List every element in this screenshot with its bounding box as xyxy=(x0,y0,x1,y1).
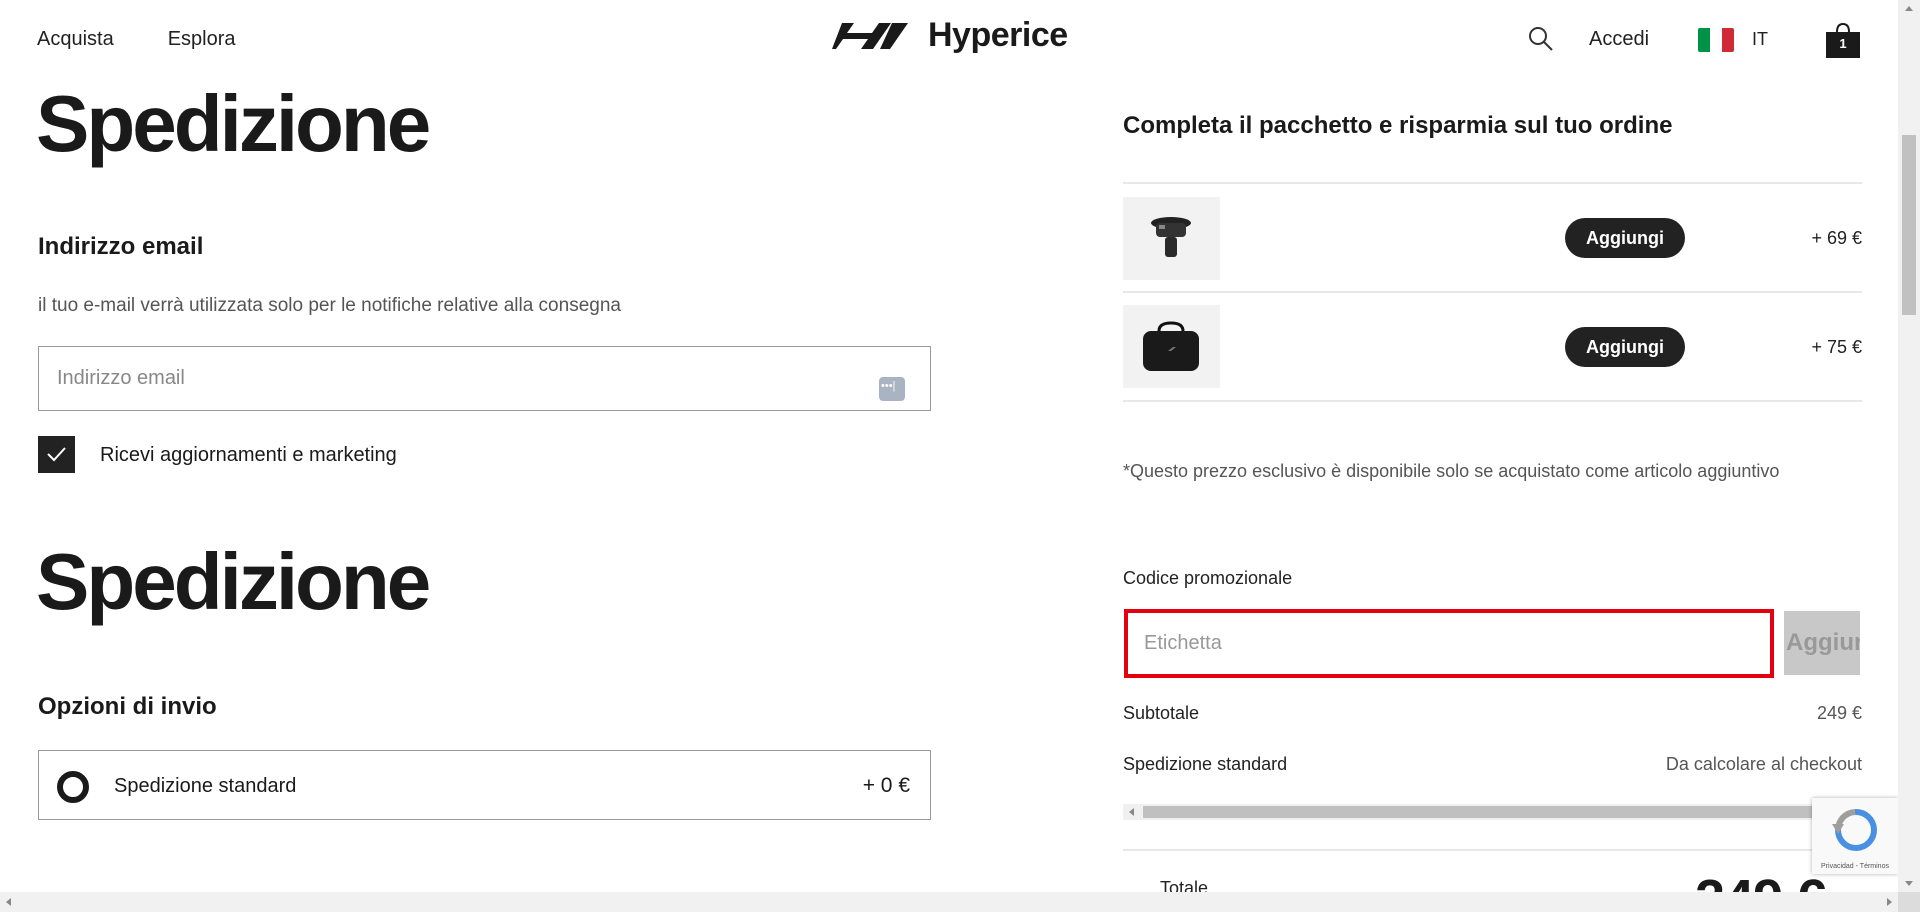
divider xyxy=(1123,849,1862,851)
shipping-option-price: + 0 € xyxy=(862,774,910,797)
divider xyxy=(1123,182,1862,184)
shipping-radio[interactable] xyxy=(57,771,89,803)
email-note: il tuo e-mail verrà utilizzata solo per … xyxy=(38,295,621,316)
add-product-1-button[interactable]: Aggiungi xyxy=(1565,218,1685,258)
product-2-price: + 75 € xyxy=(1811,337,1862,357)
shipping-options-title: Opzioni di invio xyxy=(38,693,217,720)
page-title: Spedizione xyxy=(36,79,431,168)
recaptcha-icon xyxy=(1832,808,1877,851)
add-product-2-button[interactable]: Aggiungi xyxy=(1565,327,1685,367)
cart-button[interactable]: 1 xyxy=(1824,22,1862,58)
italy-flag-icon[interactable] xyxy=(1698,28,1734,52)
scroll-right-arrow-icon[interactable] xyxy=(1887,898,1892,906)
massage-head-icon xyxy=(1151,217,1191,257)
shipping-option-standard[interactable]: Spedizione standard + 0 € xyxy=(38,750,931,820)
promo-placeholder: Etichetta xyxy=(1144,632,1222,654)
email-field[interactable]: Indirizzo email xyxy=(38,346,931,411)
recaptcha-terms[interactable]: Privacidad - Términos xyxy=(1812,863,1898,870)
promo-code-label: Codice promozionale xyxy=(1123,568,1293,588)
nav-esplora[interactable]: Esplora xyxy=(168,28,236,51)
page-horizontal-scrollbar[interactable] xyxy=(0,892,1898,912)
exclusive-price-note: *Questo prezzo esclusivo è disponibile s… xyxy=(1123,461,1780,481)
scroll-left-arrow-icon[interactable] xyxy=(6,898,11,906)
recaptcha-badge[interactable]: Privacidad - Términos xyxy=(1812,798,1898,874)
checkmark-icon xyxy=(47,447,66,462)
scroll-down-arrow-icon[interactable] xyxy=(1905,881,1913,886)
search-icon[interactable] xyxy=(1528,26,1554,52)
email-placeholder: Indirizzo email xyxy=(57,367,185,389)
shipping-option-label: Spedizione standard xyxy=(114,775,297,797)
shipping-heading: Spedizione xyxy=(36,537,431,626)
main-nav: Acquista Esplora xyxy=(37,28,236,51)
language-selector[interactable]: IT xyxy=(1752,29,1768,50)
promo-code-input[interactable]: Etichetta xyxy=(1124,609,1774,678)
login-link[interactable]: Accedi xyxy=(1589,28,1649,51)
apply-promo-button[interactable]: Aggiungi xyxy=(1784,611,1860,675)
page-scrollbar-thumb[interactable] xyxy=(1902,135,1916,315)
logo-text: Hyperice xyxy=(928,16,1068,54)
scrollbar-thumb[interactable] xyxy=(1143,806,1843,818)
brand-logo[interactable]: Hyperice xyxy=(832,16,1068,55)
page-vertical-scrollbar[interactable] xyxy=(1898,0,1920,892)
product-image-massage-head xyxy=(1123,197,1220,280)
shipping-cost-value: Da calcolare al checkout xyxy=(1665,754,1862,774)
product-image-case xyxy=(1123,305,1220,388)
nav-acquista[interactable]: Acquista xyxy=(37,28,114,51)
password-manager-icon[interactable] xyxy=(879,377,905,401)
carry-case-icon xyxy=(1143,321,1199,371)
summary-horizontal-scrollbar[interactable] xyxy=(1123,804,1862,820)
scroll-left-arrow-icon[interactable] xyxy=(1129,808,1134,816)
shipping-cost-label: Spedizione standard xyxy=(1123,754,1288,774)
bundle-title: Completa il pacchetto e risparmia sul tu… xyxy=(1123,112,1673,139)
scroll-up-arrow-icon[interactable] xyxy=(1905,6,1913,11)
hyperice-logo-icon xyxy=(832,22,908,49)
cart-count-badge: 1 xyxy=(1839,36,1847,51)
marketing-label[interactable]: Ricevi aggiornamenti e marketing xyxy=(100,444,397,467)
subtotal-label: Subtotale xyxy=(1123,703,1200,723)
email-section-title: Indirizzo email xyxy=(38,233,204,260)
subtotal-value: 249 € xyxy=(1816,703,1862,723)
scrollbar-corner xyxy=(1898,892,1920,912)
marketing-checkbox[interactable] xyxy=(38,436,75,473)
product-1-price: + 69 € xyxy=(1811,228,1862,248)
divider xyxy=(1123,400,1862,402)
divider xyxy=(1123,291,1862,293)
